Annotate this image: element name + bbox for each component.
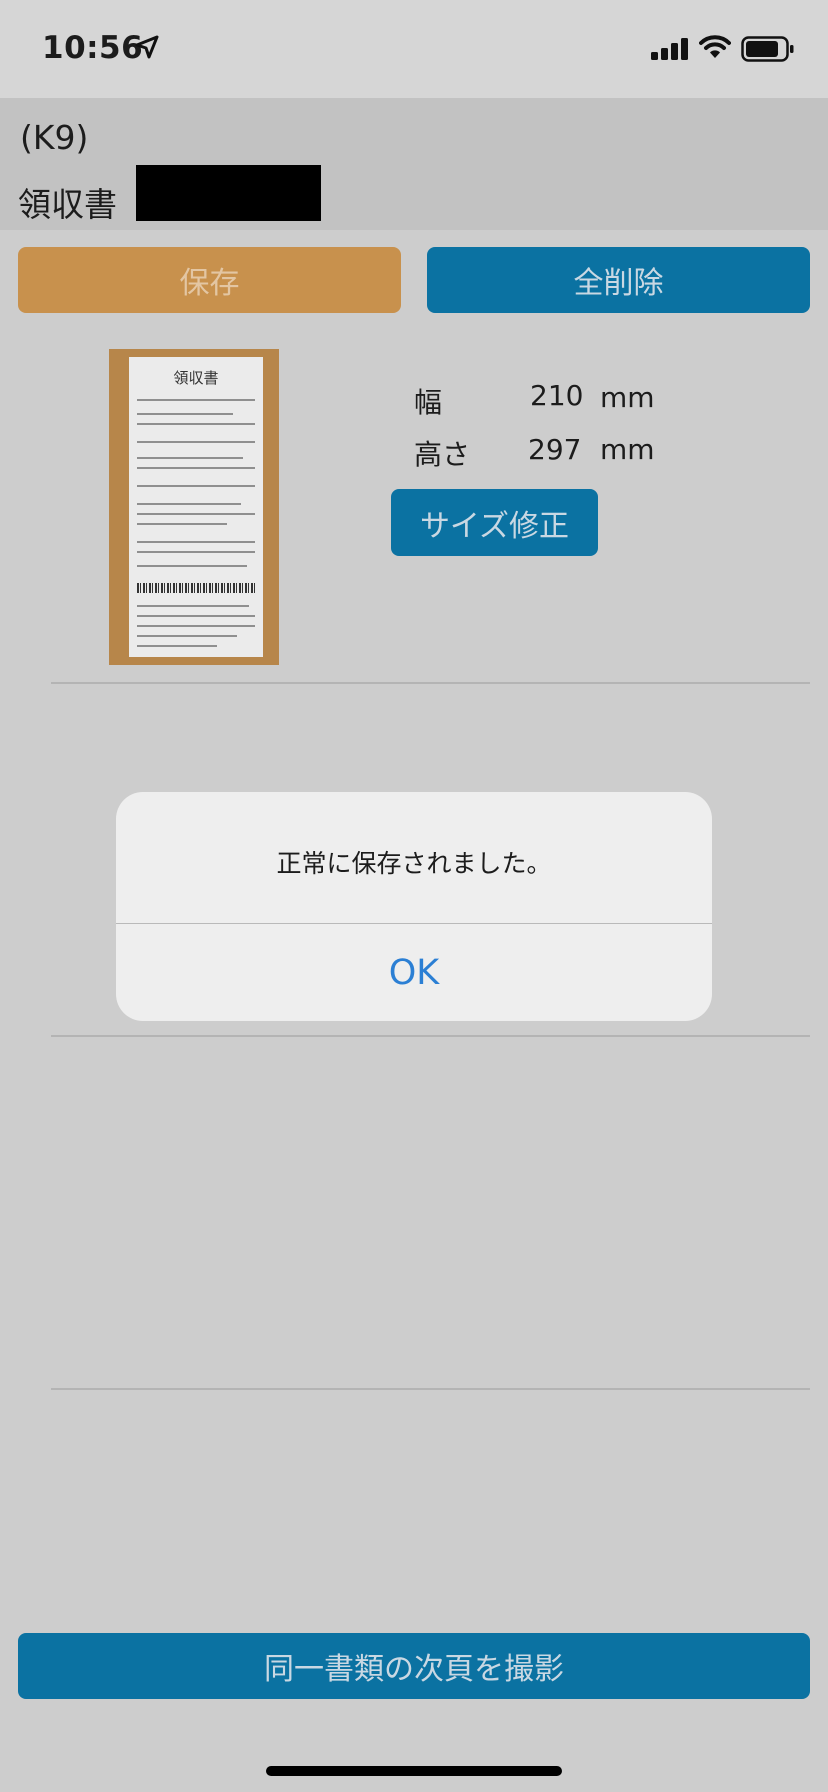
receipt-text-line xyxy=(137,565,247,567)
receipt-text-line xyxy=(137,399,255,401)
height-label: 高さ xyxy=(414,438,471,471)
delete-all-button[interactable]: 全削除 xyxy=(427,247,810,313)
status-time: 10:56 xyxy=(42,30,144,66)
redacted-block xyxy=(136,165,321,221)
location-arrow-icon xyxy=(134,34,160,64)
width-label: 幅 xyxy=(414,386,443,419)
document-code: (K9) xyxy=(20,118,89,157)
receipt-text-line xyxy=(137,523,227,525)
alert-dialog: 正常に保存されました。 OK xyxy=(116,792,712,1021)
document-title: 領収書 xyxy=(18,185,117,224)
resize-button[interactable]: サイズ修正 xyxy=(391,489,598,556)
receipt-title: 領収書 xyxy=(173,369,219,387)
receipt-text-line xyxy=(137,467,255,469)
document-header: (K9) 領収書 xyxy=(0,98,828,230)
ok-button[interactable]: OK xyxy=(116,924,712,1021)
receipt-paper: 領収書 xyxy=(129,357,263,657)
row-divider xyxy=(51,682,810,684)
receipt-text-line xyxy=(137,503,241,505)
receipt-text-line xyxy=(137,605,249,607)
home-indicator[interactable] xyxy=(266,1766,562,1776)
status-bar: 10:56 xyxy=(0,0,828,98)
row-divider xyxy=(51,1388,810,1390)
receipt-text-line xyxy=(137,625,255,627)
height-value: 297 xyxy=(528,433,582,466)
receipt-text-line xyxy=(137,635,237,637)
receipt-text-line xyxy=(137,541,255,543)
receipt-text-line xyxy=(137,615,255,617)
row-divider xyxy=(51,1035,810,1037)
receipt-text-line xyxy=(137,645,217,647)
save-button[interactable]: 保存 xyxy=(18,247,401,313)
receipt-text-line xyxy=(137,551,255,553)
receipt-text-line xyxy=(137,441,255,443)
receipt-text-line xyxy=(137,413,233,415)
width-unit: mm xyxy=(600,381,655,414)
capture-next-page-button[interactable]: 同一書類の次頁を撮影 xyxy=(18,1633,810,1699)
receipt-text-line xyxy=(137,457,243,459)
battery-icon xyxy=(741,36,795,66)
receipt-text-line xyxy=(137,423,255,425)
signal-icon xyxy=(651,38,691,64)
width-value: 210 xyxy=(530,379,584,412)
receipt-text-line xyxy=(137,513,255,515)
alert-message: 正常に保存されました。 xyxy=(276,849,552,878)
receipt-thumbnail[interactable]: 領収書 xyxy=(109,349,279,665)
receipt-text-line xyxy=(137,485,255,487)
height-unit: mm xyxy=(600,433,655,466)
receipt-barcode xyxy=(137,583,255,593)
wifi-icon xyxy=(699,34,731,64)
